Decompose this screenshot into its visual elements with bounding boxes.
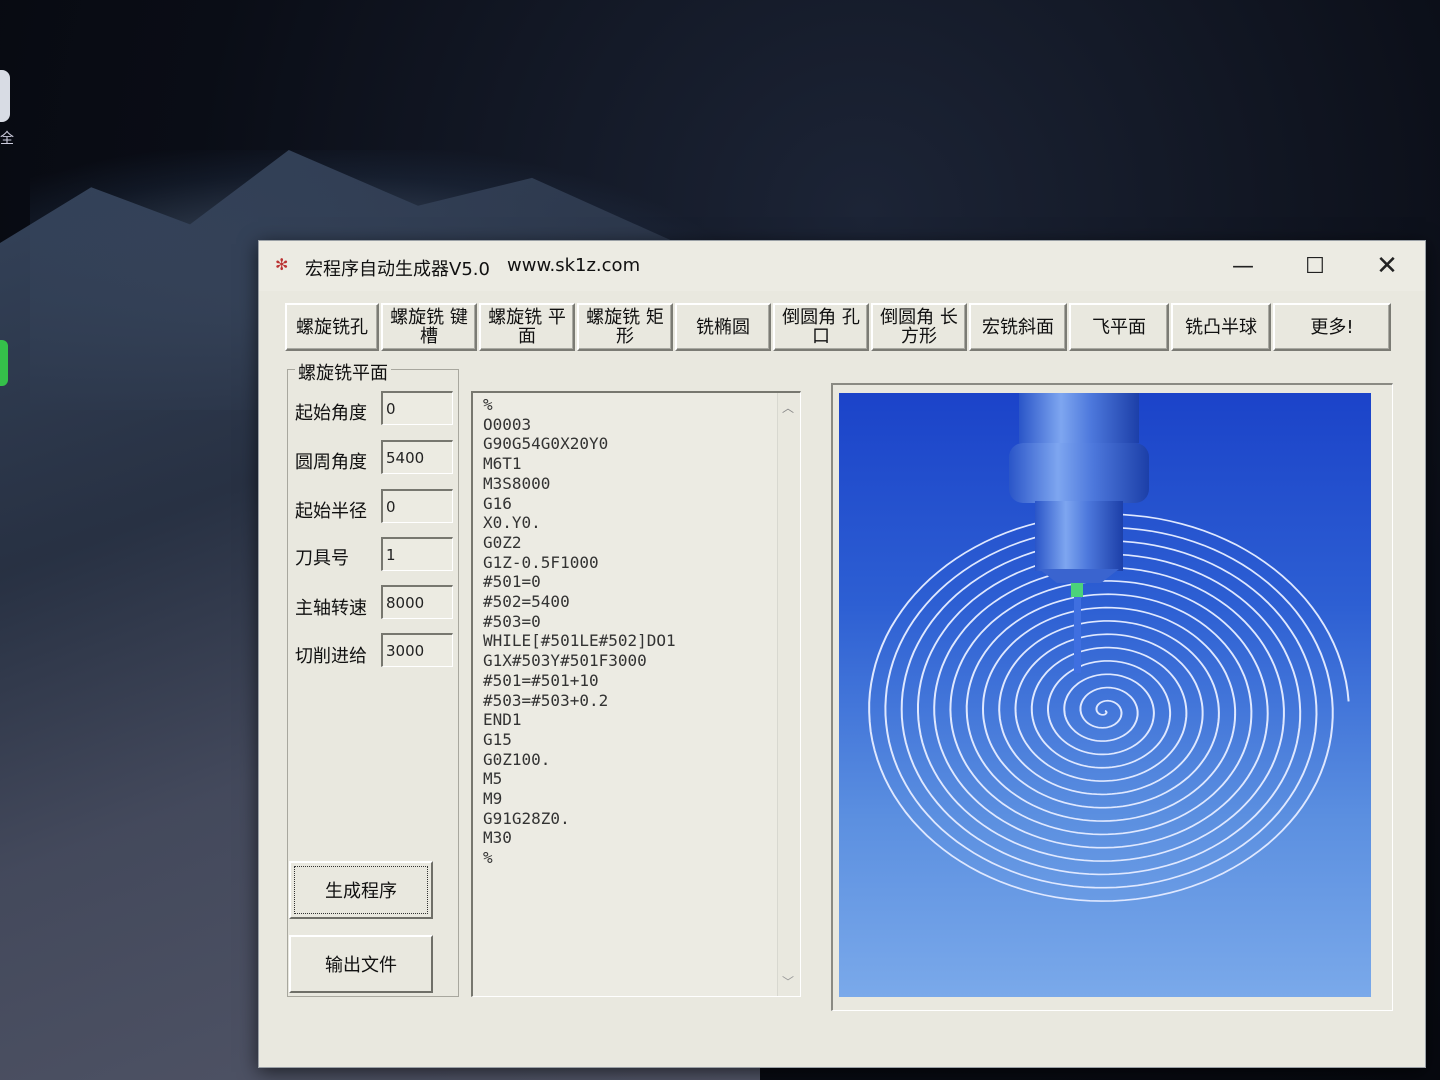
group-title: 螺旋铣平面 (295, 359, 391, 385)
minimize-button[interactable]: — (1223, 251, 1263, 281)
code-line: G0Z100. (483, 749, 551, 769)
start-radius-label: 起始半径 (295, 501, 367, 522)
tool-number-input[interactable] (381, 537, 453, 571)
code-line: M5 (483, 769, 503, 789)
app-window: ✻ 宏程序自动生成器V5.0 www.sk1z.com — ☐ ✕ 螺旋铣孔 螺… (258, 240, 1426, 1068)
code-line: O0003 (483, 414, 532, 434)
code-line: G1Z-0.5F1000 (483, 552, 599, 572)
window-title: 宏程序自动生成器V5.0 (305, 259, 490, 280)
start-angle-input[interactable] (381, 391, 453, 425)
feed-rate-input[interactable] (381, 633, 453, 667)
code-line: % (483, 848, 493, 868)
code-line: % (483, 395, 493, 414)
tab-fly-plane[interactable]: 飞平面 (1069, 303, 1169, 351)
tab-macro-slope[interactable]: 宏铣斜面 (969, 303, 1067, 351)
code-line: G90G54G0X20Y0 (483, 434, 609, 454)
code-line: END1 (483, 710, 522, 730)
circle-angle-input[interactable] (381, 440, 453, 474)
code-line: #501=#501+10 (483, 670, 599, 690)
circle-angle-label: 圆周角度 (295, 452, 367, 473)
tab-mill-ellipse[interactable]: 铣椭圆 (675, 303, 771, 351)
minimize-icon: — (1232, 253, 1254, 279)
desktop-green-icon[interactable] (0, 340, 8, 386)
tab-helical-hole[interactable]: 螺旋铣孔 (285, 303, 379, 351)
window-url: www.sk1z.com (507, 255, 641, 276)
code-line: G16 (483, 493, 512, 513)
generate-program-button[interactable]: 生成程序 (289, 861, 433, 919)
code-line: G1X#503Y#501F3000 (483, 651, 647, 671)
toolpath-svg (868, 393, 1350, 902)
cutting-tool-icon (1009, 393, 1149, 673)
tab-more[interactable]: 更多! (1273, 303, 1391, 351)
tab-helical-plane[interactable]: 螺旋铣 平 面 (479, 303, 575, 351)
code-line: G91G28Z0. (483, 808, 570, 828)
code-line: #502=5400 (483, 592, 570, 612)
scroll-down-icon[interactable]: ﹀ (782, 973, 794, 990)
macro-icon: ✻ (275, 255, 289, 274)
code-line: #503=0 (483, 611, 541, 631)
tab-fillet-rectangle[interactable]: 倒圆角 长 方形 (871, 303, 967, 351)
code-lines: % O0003 G90G54G0X20Y0 M6T1 M3S8000 G16 X0.Y0. G… (473, 393, 800, 868)
code-line: M6T1 (483, 454, 522, 474)
scroll-up-icon[interactable]: ︿ (782, 399, 794, 416)
spindle-speed-input[interactable] (381, 585, 453, 619)
code-line: X0.Y0. (483, 513, 541, 533)
start-radius-input[interactable] (381, 489, 453, 523)
code-line: M3S8000 (483, 473, 551, 493)
tab-helical-rectangle[interactable]: 螺旋铣 矩 形 (577, 303, 673, 351)
tab-fillet-hole[interactable]: 倒圆角 孔 口 (773, 303, 869, 351)
tab-helical-keyway[interactable]: 螺旋铣 键 槽 (381, 303, 477, 351)
code-scrollbar[interactable]: ︿ ﹀ (777, 393, 800, 996)
close-icon: ✕ (1376, 251, 1398, 281)
spindle-speed-label: 主轴转速 (295, 598, 367, 619)
code-output-textarea[interactable]: % O0003 G90G54G0X20Y0 M6T1 M3S8000 G16 X0.Y0. G… (471, 391, 801, 997)
title-bar[interactable]: ✻ 宏程序自动生成器V5.0 www.sk1z.com — ☐ ✕ (259, 241, 1425, 291)
tool-number-label: 刀具号 (295, 548, 349, 569)
desktop-app-label: 全 (0, 131, 14, 147)
code-line: G0Z2 (483, 532, 522, 552)
code-line: WHILE[#501LE#502]DO1 (483, 631, 676, 651)
code-line: M9 (483, 789, 503, 809)
feed-rate-label: 切削进给 (295, 646, 367, 667)
preview-frame (831, 383, 1393, 1011)
code-line: G15 (483, 729, 512, 749)
code-line: #501=0 (483, 572, 541, 592)
export-file-button[interactable]: 输出文件 (289, 935, 433, 993)
close-button[interactable]: ✕ (1367, 251, 1407, 281)
desktop-app-icon[interactable] (0, 70, 10, 122)
maximize-button[interactable]: ☐ (1295, 251, 1335, 281)
tab-convex-hemisphere[interactable]: 铣凸半球 (1171, 303, 1271, 351)
code-line: #503=#503+0.2 (483, 690, 609, 710)
start-angle-label: 起始角度 (295, 403, 367, 424)
maximize-icon: ☐ (1305, 253, 1325, 279)
toolpath-preview (839, 393, 1371, 997)
code-line: M30 (483, 828, 512, 848)
